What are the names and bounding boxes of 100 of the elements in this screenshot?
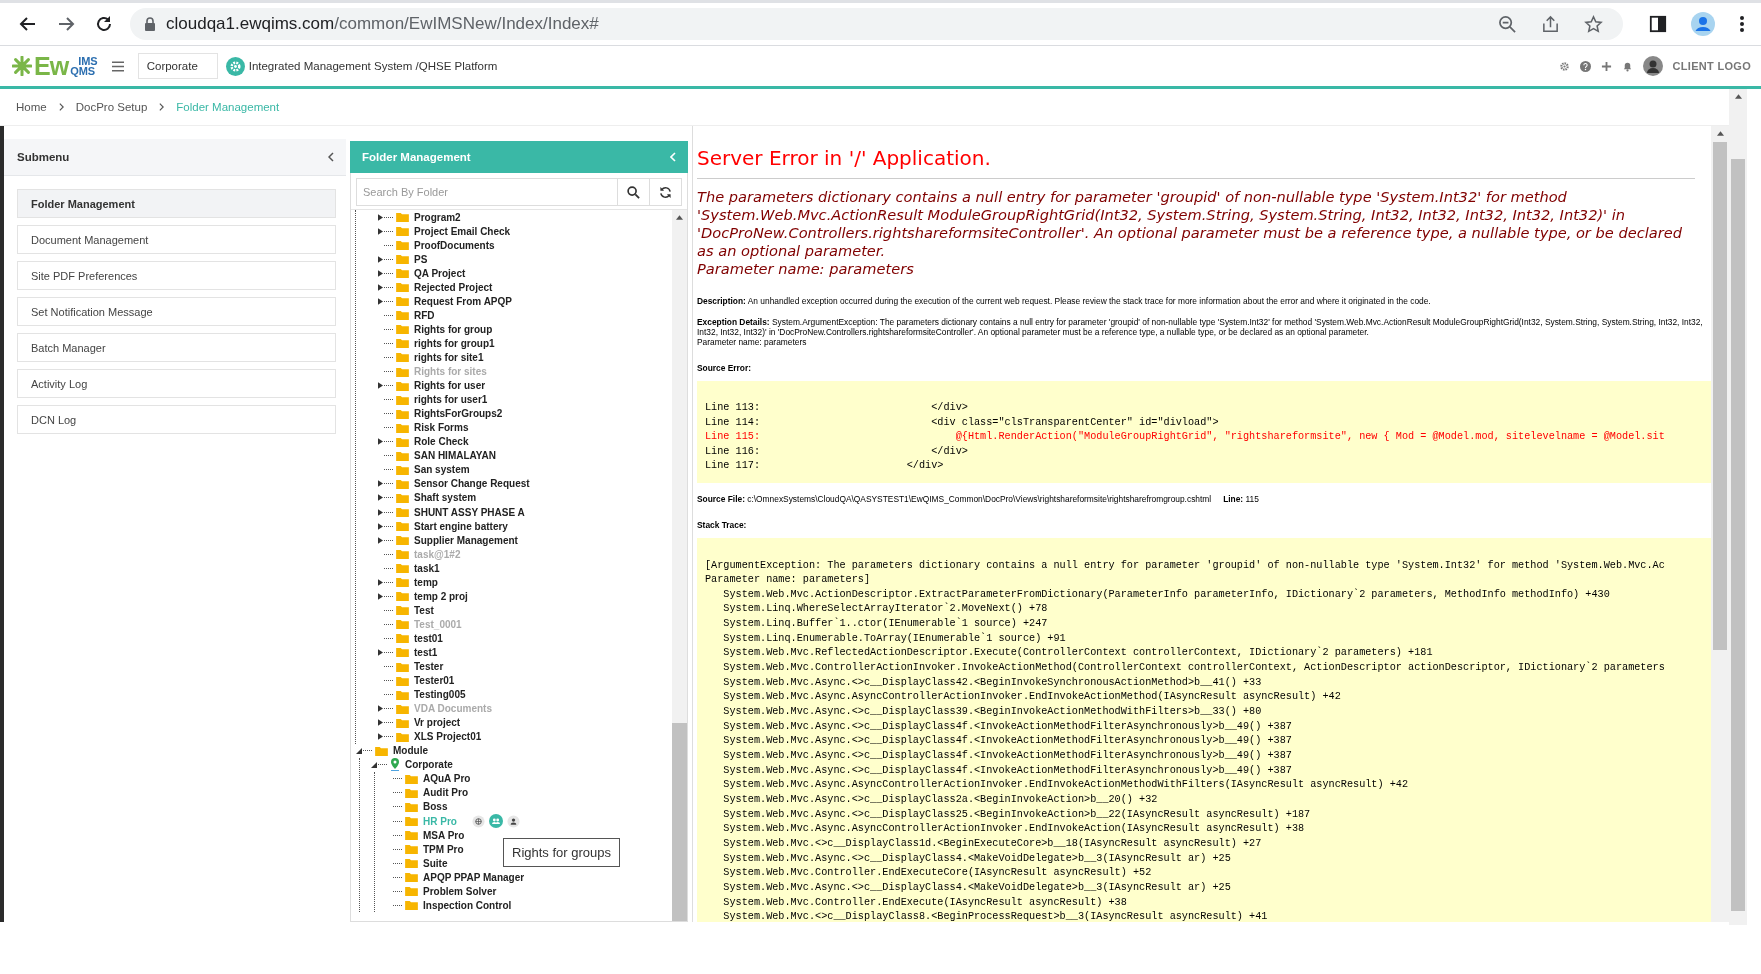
scroll-thumb[interactable]: [1713, 142, 1727, 650]
tree-item[interactable]: Corporate: [403, 759, 453, 771]
share-icon[interactable]: [1541, 14, 1560, 34]
settings-icon[interactable]: [1558, 60, 1570, 72]
collapse-icon[interactable]: [371, 761, 377, 768]
scroll-thumb[interactable]: [1731, 159, 1745, 911]
scroll-up-icon[interactable]: [1734, 94, 1742, 99]
expand-icon[interactable]: [377, 213, 383, 221]
tree-item[interactable]: RFD: [412, 309, 435, 321]
tree-item[interactable]: Rejected Project: [412, 281, 493, 293]
help-icon[interactable]: [1579, 60, 1591, 72]
tree-item[interactable]: QA Project: [412, 267, 466, 279]
tree-item[interactable]: Start engine battery: [412, 520, 508, 532]
tree-item[interactable]: temp: [412, 576, 438, 588]
submenu-item[interactable]: Batch Manager: [17, 333, 336, 362]
avatar-icon[interactable]: [1642, 56, 1663, 76]
search-button[interactable]: [618, 178, 650, 206]
expand-icon[interactable]: [377, 269, 383, 277]
expand-icon[interactable]: [377, 719, 383, 727]
tree-item[interactable]: rights for site1: [412, 352, 484, 363]
tree-item[interactable]: Project Email Check: [412, 225, 511, 237]
expand-icon[interactable]: [377, 480, 383, 488]
tree-item[interactable]: temp 2 proj: [412, 590, 468, 602]
site-dropdown[interactable]: Corporate: [137, 53, 218, 79]
collapse-icon[interactable]: [328, 152, 334, 162]
globe-icon[interactable]: [471, 814, 485, 828]
tree-item[interactable]: Testing005: [412, 689, 466, 701]
tree-item[interactable]: SHUNT ASSY PHASE A: [412, 506, 525, 518]
breadcrumb-link[interactable]: Home: [16, 101, 47, 113]
expand-icon[interactable]: [377, 227, 383, 235]
reload-icon[interactable]: [94, 14, 114, 34]
expand-icon[interactable]: [377, 255, 383, 263]
tree-item[interactable]: Tester01: [412, 675, 455, 687]
submenu-item[interactable]: Site PDF Preferences: [17, 261, 336, 290]
expand-icon[interactable]: [377, 522, 383, 530]
expand-icon[interactable]: [377, 733, 383, 741]
tree-item[interactable]: ProofDocuments: [412, 239, 495, 251]
search-field[interactable]: Search By Folder: [356, 178, 618, 206]
tree-item[interactable]: Inspection Control: [421, 899, 512, 911]
tree-item[interactable]: Suite: [421, 857, 448, 869]
scroll-up-icon[interactable]: [676, 215, 683, 220]
expand-icon[interactable]: [377, 494, 383, 502]
expand-icon[interactable]: [377, 438, 383, 446]
plus-icon[interactable]: [1600, 60, 1612, 72]
tree-item[interactable]: Rights for user: [412, 380, 486, 392]
collapse-icon[interactable]: [356, 747, 362, 754]
tree-item[interactable]: AQuA Pro: [421, 773, 471, 785]
tree-item[interactable]: Test: [412, 604, 434, 616]
zoom-out-icon[interactable]: [1498, 14, 1517, 34]
tree-item[interactable]: Audit Pro: [421, 787, 468, 799]
person-icon[interactable]: [506, 814, 520, 828]
submenu-item[interactable]: DCN Log: [17, 405, 336, 434]
address-bar[interactable]: cloudqa1.ewqims.com/common/EwIMSNew/Index/Index#: [130, 8, 1623, 40]
tree-item[interactable]: MSA Pro: [421, 829, 465, 841]
tree-item[interactable]: Module: [391, 745, 428, 757]
tree-item[interactable]: RightsForGroups2: [412, 408, 503, 420]
profile-icon[interactable]: [1691, 12, 1715, 36]
tree-item[interactable]: XLS Project01: [412, 731, 482, 743]
tree-item[interactable]: test01: [412, 632, 443, 644]
star-icon[interactable]: [1584, 14, 1603, 34]
submenu-item[interactable]: Document Management: [17, 225, 336, 254]
tree-item[interactable]: San system: [412, 464, 470, 476]
submenu-item[interactable]: Set Notification Message: [17, 297, 336, 326]
expand-icon[interactable]: [377, 578, 383, 586]
expand-icon[interactable]: [377, 648, 383, 656]
tree-item[interactable]: Sensor Change Request: [412, 478, 530, 490]
tree-item[interactable]: Tester: [412, 661, 444, 672]
tree-item[interactable]: APQP PPAP Manager: [421, 871, 525, 883]
refresh-button[interactable]: [650, 178, 682, 206]
sidebar-icon[interactable]: [1649, 15, 1667, 33]
tree-item[interactable]: Supplier Management: [412, 534, 518, 546]
expand-icon[interactable]: [377, 382, 383, 390]
expand-icon[interactable]: [377, 592, 383, 600]
tree-item[interactable]: Program2: [412, 211, 461, 223]
scrollbar[interactable]: [1711, 126, 1729, 922]
tree-item[interactable]: task1: [412, 562, 440, 574]
tree-item[interactable]: Boss: [421, 801, 448, 813]
submenu-item[interactable]: Folder Management: [17, 189, 336, 218]
tree-item[interactable]: Risk Forms: [412, 422, 469, 434]
scroll-thumb[interactable]: [672, 723, 687, 921]
submenu-item[interactable]: Activity Log: [17, 369, 336, 398]
expand-icon[interactable]: [377, 508, 383, 516]
tree-item[interactable]: PS: [412, 253, 428, 265]
tree-item[interactable]: Shaft system: [412, 492, 477, 504]
tree-item[interactable]: rights for group1: [412, 337, 495, 349]
expand-icon[interactable]: [377, 283, 383, 291]
expand-icon[interactable]: [377, 536, 383, 544]
tree-item[interactable]: TPM Pro: [421, 843, 464, 855]
tree-item[interactable]: Role Check: [412, 436, 469, 448]
breadcrumb-link[interactable]: DocPro Setup: [75, 101, 148, 113]
scroll-up-icon[interactable]: [1716, 131, 1724, 136]
tree-item[interactable]: test1: [412, 646, 438, 658]
tree-item[interactable]: Rights for group: [412, 323, 493, 335]
menu-icon[interactable]: [111, 60, 124, 72]
expand-icon[interactable]: [377, 297, 383, 305]
tree-item[interactable]: Vr project: [412, 717, 461, 729]
tree-item[interactable]: SAN HIMALAYAN: [412, 450, 497, 462]
tree-item[interactable]: Request From APQP: [412, 295, 512, 307]
tree-item[interactable]: Problem Solver: [421, 885, 497, 897]
scrollbar[interactable]: [672, 210, 687, 921]
